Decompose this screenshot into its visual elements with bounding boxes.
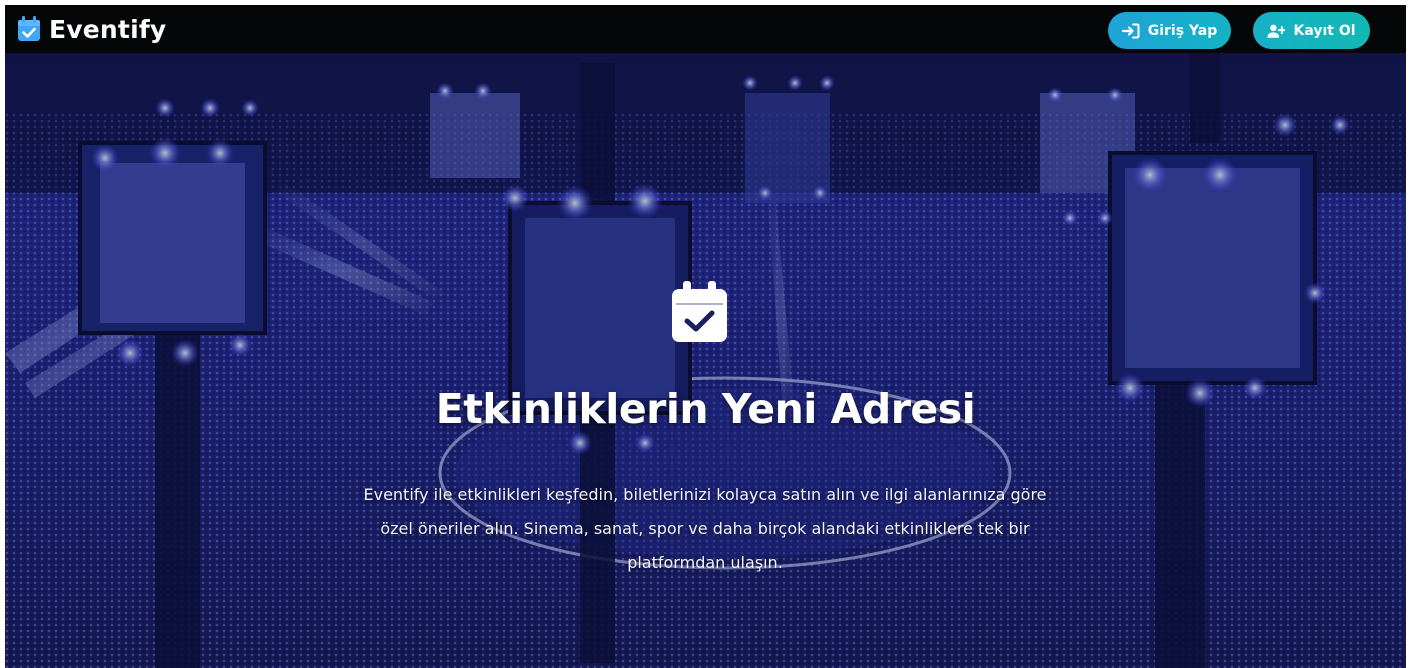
hero-title: Etkinliklerin Yeni Adresi — [435, 385, 976, 433]
navbar: Eventify Giriş Yap Kayıt Ol — [5, 5, 1406, 53]
page-frame: Eventify Giriş Yap Kayıt Ol Etkinlikleri… — [5, 5, 1406, 668]
user-plus-icon — [1267, 24, 1286, 38]
sign-in-icon — [1121, 23, 1140, 38]
brand-name: Eventify — [49, 14, 167, 44]
calendar-check-icon — [18, 16, 40, 41]
calendar-check-icon — [672, 281, 727, 342]
brand-logo[interactable]: Eventify — [17, 14, 166, 44]
login-label: Giriş Yap — [1147, 22, 1218, 39]
hero-content: Etkinliklerin Yeni Adresi Eventify ile e… — [5, 53, 1406, 668]
register-label: Kayıt Ol — [1293, 22, 1356, 39]
register-button[interactable]: Kayıt Ol — [1253, 12, 1370, 49]
hero-description: Eventify ile etkinlikleri keşfedin, bile… — [363, 485, 1047, 572]
login-button[interactable]: Giriş Yap — [1108, 12, 1231, 49]
hero-section: Etkinliklerin Yeni Adresi Eventify ile e… — [5, 53, 1406, 668]
